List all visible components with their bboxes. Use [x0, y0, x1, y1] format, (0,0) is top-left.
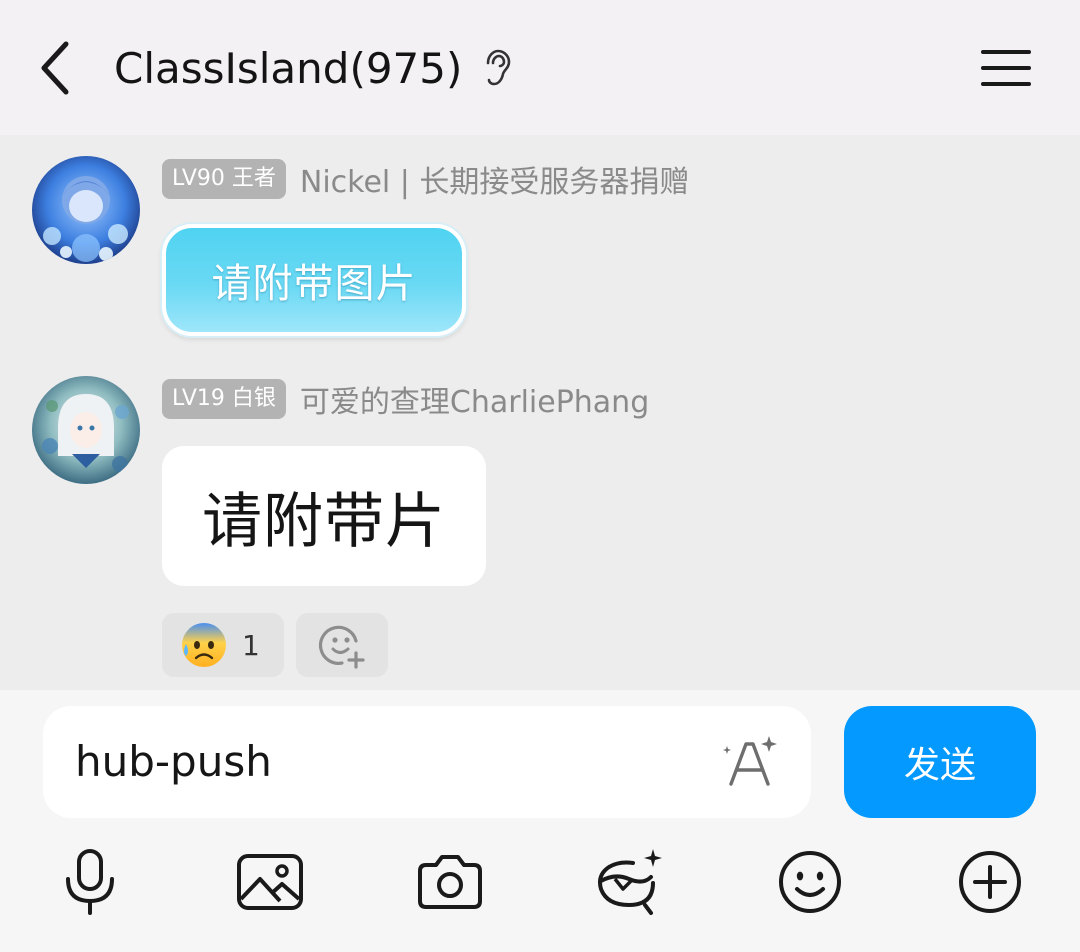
message-item: LV90 王者 Nickel | 长期接受服务器捐赠 请附带图片 [0, 150, 1080, 350]
emoji-button[interactable] [768, 840, 852, 924]
composer-toolbar [0, 840, 1080, 924]
sticker-button[interactable] [588, 840, 672, 924]
message-bubble[interactable]: 请附带片 [162, 446, 486, 586]
back-button[interactable] [26, 30, 86, 106]
hamburger-menu-icon [981, 50, 1031, 86]
chat-title: ClassIsland(975) [114, 43, 463, 93]
level-badge: LV19 白银 [162, 379, 286, 419]
message-input[interactable]: hub-push [43, 706, 811, 818]
avatar[interactable] [32, 376, 140, 484]
message-meta: LV19 白银 可爱的查理CharliePhang [162, 378, 649, 420]
avatar[interactable] [32, 156, 140, 264]
chat-title-group[interactable]: ClassIsland(975) [114, 38, 514, 98]
image-button[interactable] [228, 840, 312, 924]
camera-icon [418, 855, 482, 909]
message-meta: LV90 王者 Nickel | 长期接受服务器捐赠 [162, 158, 689, 200]
microphone-icon [66, 849, 114, 915]
reaction-chip[interactable]: 1 [162, 613, 284, 677]
anxious-face-emoji [178, 620, 228, 670]
message-bubble[interactable]: 请附带图片 [162, 224, 466, 336]
send-button[interactable]: 发送 [844, 706, 1036, 818]
menu-button[interactable] [976, 40, 1036, 96]
emoji-icon [779, 851, 841, 913]
add-reaction-icon [318, 625, 365, 669]
sticker-icon [598, 849, 662, 915]
message-item: LV19 白银 可爱的查理CharliePhang 请附带片 1 [0, 370, 1080, 690]
ear-icon[interactable] [480, 48, 514, 88]
ai-font-icon[interactable] [721, 734, 779, 790]
sender-name[interactable]: Nickel | 长期接受服务器捐赠 [300, 157, 690, 201]
image-icon [237, 854, 303, 910]
sender-name[interactable]: 可爱的查理CharliePhang [300, 377, 649, 421]
level-badge: LV90 王者 [162, 159, 286, 199]
message-text: 请附带图片 [211, 261, 417, 307]
chevron-left-icon [41, 41, 69, 95]
add-reaction-button[interactable] [296, 613, 388, 677]
voice-button[interactable] [48, 840, 132, 924]
camera-button[interactable] [408, 840, 492, 924]
reaction-count: 1 [242, 628, 260, 662]
message-text: 请附带片 [202, 486, 446, 557]
message-input-value: hub-push [75, 737, 272, 786]
plus-circle-icon [959, 851, 1021, 913]
more-button[interactable] [948, 840, 1032, 924]
chat-header: ClassIsland(975) [0, 0, 1080, 135]
composer: hub-push 发送 [0, 690, 1080, 952]
